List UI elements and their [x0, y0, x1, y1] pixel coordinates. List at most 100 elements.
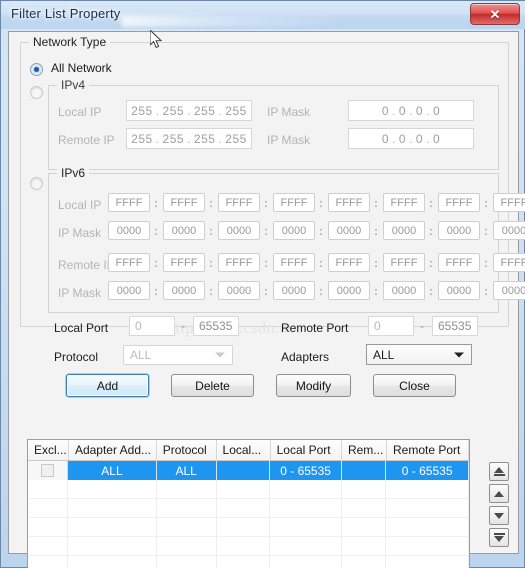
- input-ipv6-r1-g5[interactable]: 0000: [383, 221, 425, 240]
- radio-ipv6[interactable]: [30, 177, 43, 190]
- radio-all-network[interactable]: [30, 63, 43, 76]
- table-empty-cell: [270, 537, 342, 555]
- input-ipv6-r1-g0[interactable]: 0000: [108, 221, 150, 240]
- input-ipv6-r0-g3[interactable]: FFFF: [273, 193, 315, 212]
- move-to-top-button[interactable]: [489, 462, 509, 481]
- input-ipv6-r2-g1[interactable]: FFFF: [163, 253, 205, 272]
- input-ipv6-r3-g0[interactable]: 0000: [108, 281, 150, 300]
- input-remote-port-max[interactable]: 65535: [432, 316, 478, 336]
- label-ipv4-local-ip: Local IP: [58, 105, 102, 119]
- add-button[interactable]: Add: [66, 374, 149, 397]
- double-up-arrow-icon: [493, 467, 505, 476]
- close-icon: ✕: [489, 6, 501, 22]
- input-ipv6-r1-g4[interactable]: 0000: [328, 221, 370, 240]
- table-empty-cell: [342, 499, 387, 517]
- row-local-port: 0 - 65535: [270, 461, 342, 480]
- input-ipv4-remote-mask[interactable]: 0 . 0 . 0 . 0: [348, 128, 474, 149]
- ipv4-remote-octet-4: 255: [225, 131, 247, 146]
- move-down-button[interactable]: [489, 506, 509, 525]
- table-header-4[interactable]: Local Port: [271, 440, 342, 460]
- table-empty-row: [28, 499, 469, 518]
- input-ipv4-local-mask[interactable]: 0 . 0 . 0 . 0: [348, 100, 474, 121]
- down-arrow-icon: [494, 512, 504, 519]
- table-header-1[interactable]: Adapter Add...: [69, 440, 157, 460]
- table-empty-cell: [270, 480, 342, 498]
- table-empty-cell: [217, 518, 271, 536]
- table-header-5[interactable]: Rem...: [342, 440, 387, 460]
- table-header-6[interactable]: Remote Port: [387, 440, 469, 460]
- input-ipv6-r2-g2[interactable]: FFFF: [218, 253, 260, 272]
- input-ipv6-r1-g7[interactable]: 0000: [493, 221, 525, 240]
- close-button[interactable]: Close: [373, 374, 456, 397]
- input-ipv6-r3-g5[interactable]: 0000: [383, 281, 425, 300]
- table-empty-cell: [342, 518, 387, 536]
- table-header-3[interactable]: Local...: [217, 440, 271, 460]
- input-local-port-max[interactable]: 65535: [193, 316, 239, 336]
- input-ipv6-r3-g2[interactable]: 0000: [218, 281, 260, 300]
- move-to-bottom-button[interactable]: [489, 528, 509, 547]
- label-remote-port: Remote Port: [281, 321, 349, 335]
- input-ipv6-r2-g3[interactable]: FFFF: [273, 253, 315, 272]
- input-ipv6-r3-g4[interactable]: 0000: [328, 281, 370, 300]
- select-adapters[interactable]: ALL: [366, 344, 472, 365]
- input-ipv6-r3-g6[interactable]: 0000: [438, 281, 480, 300]
- table-empty-row: [28, 537, 469, 556]
- input-ipv6-r0-g6[interactable]: FFFF: [438, 193, 480, 212]
- table-row[interactable]: ALL ALL 0 - 65535 0 - 65535: [28, 461, 469, 480]
- input-ipv6-r2-g7[interactable]: FFFF: [493, 253, 525, 272]
- input-ipv4-remote-ip[interactable]: 255 . 255 . 255 . 255: [126, 128, 252, 149]
- input-ipv6-r0-g1[interactable]: FFFF: [163, 193, 205, 212]
- delete-button-label: Delete: [195, 378, 230, 393]
- label-ipv4-remote-mask: IP Mask: [267, 133, 311, 147]
- table-empty-cell: [28, 537, 69, 555]
- select-protocol[interactable]: ALL: [123, 345, 233, 365]
- ipv6-separator-r0-2: :: [264, 196, 268, 210]
- dialog-window: Filter List Property ✕ Network Type All …: [0, 0, 525, 568]
- delete-button[interactable]: Delete: [171, 374, 254, 397]
- filter-list-table[interactable]: Excl... Adapter Add... Protocol Local... Loc…: [27, 439, 470, 568]
- order-buttons-column: [489, 462, 511, 550]
- input-ipv6-r0-g7[interactable]: FFFF: [493, 193, 525, 212]
- modify-button[interactable]: Modify: [276, 374, 351, 397]
- table-header-0[interactable]: Excl...: [28, 440, 69, 460]
- input-ipv6-r1-g1[interactable]: 0000: [163, 221, 205, 240]
- input-ipv6-r0-g2[interactable]: FFFF: [218, 193, 260, 212]
- input-ipv6-r1-g3[interactable]: 0000: [273, 221, 315, 240]
- up-arrow-icon: [494, 490, 504, 497]
- input-ipv6-r3-g3[interactable]: 0000: [273, 281, 315, 300]
- label-local-port: Local Port: [54, 321, 109, 335]
- table-empty-cell: [157, 499, 217, 517]
- input-ipv6-r0-g0[interactable]: FFFF: [108, 193, 150, 212]
- ipv4-local-octet-4: 255: [225, 103, 247, 118]
- input-ipv6-r1-g2[interactable]: 0000: [218, 221, 260, 240]
- label-ipv4-remote-ip: Remote IP: [58, 133, 115, 147]
- label-ipv4-local-mask: IP Mask: [267, 105, 311, 119]
- table-empty-row: [28, 518, 469, 537]
- ipv6-separator-r3-4: :: [374, 284, 378, 298]
- input-remote-port-min[interactable]: 0: [368, 316, 414, 336]
- row-protocol: ALL: [157, 461, 217, 480]
- input-local-port-min[interactable]: 0: [129, 316, 175, 336]
- input-ipv6-r3-g1[interactable]: 0000: [163, 281, 205, 300]
- input-ipv6-r2-g4[interactable]: FFFF: [328, 253, 370, 272]
- input-ipv6-r0-g5[interactable]: FFFF: [383, 193, 425, 212]
- input-ipv4-local-ip[interactable]: 255 . 255 . 255 . 255: [126, 100, 252, 121]
- input-ipv6-r1-g6[interactable]: 0000: [438, 221, 480, 240]
- input-ipv6-r2-g6[interactable]: FFFF: [438, 253, 480, 272]
- table-header-2[interactable]: Protocol: [157, 440, 217, 460]
- title-bar: Filter List Property ✕: [1, 1, 525, 29]
- move-up-button[interactable]: [489, 484, 509, 503]
- close-window-button[interactable]: ✕: [470, 3, 520, 25]
- radio-ipv4[interactable]: [30, 86, 43, 99]
- table-empty-cell: [386, 537, 469, 555]
- input-ipv6-r2-g5[interactable]: FFFF: [383, 253, 425, 272]
- table-empty-cell: [28, 499, 69, 517]
- input-ipv6-r3-g7[interactable]: 0000: [493, 281, 525, 300]
- protocol-value: ALL: [130, 348, 152, 362]
- table-header-row: Excl... Adapter Add... Protocol Local... Loc…: [28, 440, 469, 461]
- input-ipv6-r0-g4[interactable]: FFFF: [328, 193, 370, 212]
- row-exclude-checkbox[interactable]: [28, 461, 69, 480]
- client-area: Network Type All Network IPv4 Local IP 2…: [8, 31, 525, 568]
- input-ipv6-r2-g0[interactable]: FFFF: [108, 253, 150, 272]
- adapters-value: ALL: [373, 347, 395, 362]
